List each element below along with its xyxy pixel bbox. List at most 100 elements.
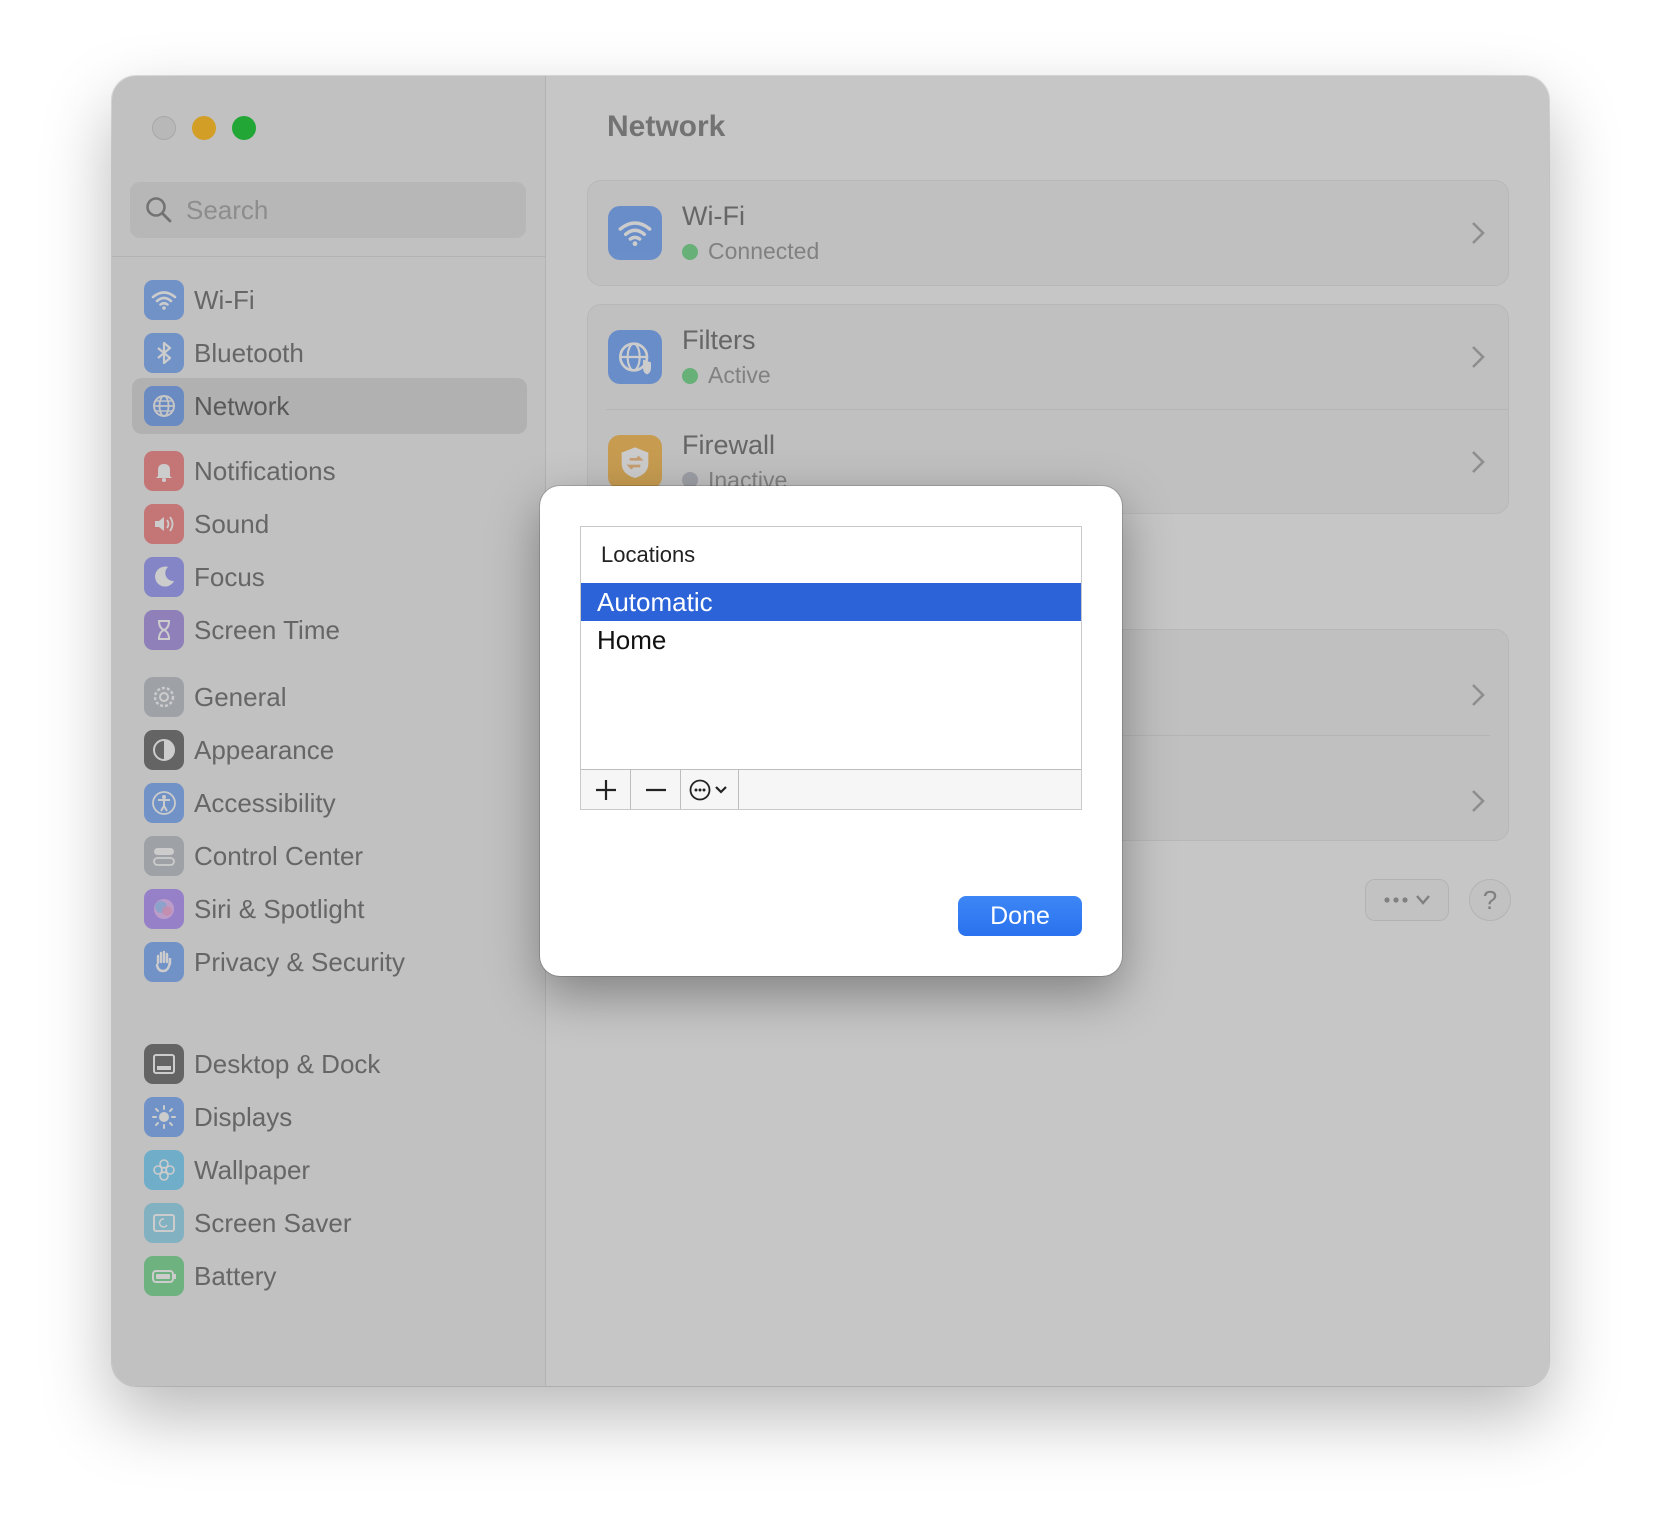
sidebar-icon bbox=[144, 333, 184, 373]
row-title: Wi-Fi bbox=[682, 201, 745, 231]
status-text: Active bbox=[708, 362, 771, 388]
sidebar-item-notifications[interactable]: Notifications bbox=[132, 443, 527, 499]
sidebar-item-wallpaper[interactable]: Wallpaper bbox=[132, 1142, 527, 1198]
row-wifi[interactable]: Wi-Fi Connected bbox=[588, 181, 1508, 285]
sidebar-item-label: Appearance bbox=[194, 734, 335, 765]
sidebar: Wi-Fi Bluetooth Network Notifications Sound… bbox=[112, 76, 546, 1386]
sidebar-item-label: Notifications bbox=[194, 455, 336, 486]
flower-icon bbox=[153, 1159, 175, 1181]
list-toolbar bbox=[581, 769, 1081, 809]
more-actions-button[interactable] bbox=[1365, 879, 1449, 921]
sidebar-icon bbox=[144, 1256, 184, 1296]
sidebar-icon bbox=[144, 451, 184, 491]
help-button[interactable]: ? bbox=[1469, 879, 1511, 921]
sidebar-item-displays[interactable]: Displays bbox=[132, 1089, 527, 1145]
search-input[interactable] bbox=[186, 194, 506, 226]
locations-dialog: Locations Automatic Home Done bbox=[540, 486, 1122, 976]
sidebar-item-label: Wi-Fi bbox=[194, 284, 255, 315]
sidebar-item-bluetooth[interactable]: Bluetooth bbox=[132, 325, 527, 381]
dock-icon bbox=[153, 1054, 175, 1074]
bell-icon bbox=[156, 464, 172, 482]
status-dot bbox=[682, 243, 698, 260]
appearance-icon bbox=[153, 739, 175, 761]
hourglass-icon bbox=[158, 620, 170, 640]
sidebar-icon bbox=[144, 730, 184, 770]
sidebar-item-label: Focus bbox=[194, 561, 265, 592]
window-controls bbox=[152, 116, 256, 140]
row-text: Filters Active bbox=[682, 325, 771, 389]
row-text: Firewall Inactive bbox=[682, 430, 787, 494]
plus-icon bbox=[595, 779, 616, 800]
chevron-right-icon bbox=[1472, 346, 1485, 368]
sidebar-item-screen-time[interactable]: Screen Time bbox=[132, 602, 527, 658]
sidebar-item-label: Desktop & Dock bbox=[194, 1048, 381, 1079]
sidebar-icon bbox=[144, 783, 184, 823]
sidebar-item-label: Network bbox=[194, 390, 290, 421]
sidebar-icon bbox=[144, 889, 184, 929]
location-item-automatic[interactable]: Automatic bbox=[581, 583, 1081, 621]
globe-icon bbox=[153, 395, 175, 417]
row-icon bbox=[608, 434, 662, 489]
page-title: Network bbox=[607, 110, 726, 143]
hand-icon bbox=[155, 950, 172, 973]
add-location-button[interactable] bbox=[581, 770, 631, 809]
firewall-icon bbox=[621, 446, 649, 478]
sidebar-group-notifications: Notifications Sound Focus Screen Time bbox=[132, 443, 527, 655]
ellipsis-chevron-icon bbox=[1384, 895, 1430, 905]
chevron-right-icon bbox=[1472, 222, 1485, 244]
status-text: Connected bbox=[708, 238, 820, 264]
sidebar-item-label: Bluetooth bbox=[194, 337, 304, 368]
sidebar-item-label: Privacy & Security bbox=[194, 946, 405, 977]
sidebar-item-focus[interactable]: Focus bbox=[132, 549, 527, 605]
sidebar-item-accessibility[interactable]: Accessibility bbox=[132, 775, 527, 831]
sidebar-item-label: Screen Saver bbox=[194, 1207, 352, 1238]
sidebar-item-network[interactable]: Network bbox=[132, 378, 527, 434]
screensaver-icon bbox=[153, 1214, 175, 1232]
sidebar-group-system: General Appearance Accessibility Control Ce… bbox=[132, 669, 527, 987]
row-text: Wi-Fi Connected bbox=[682, 201, 819, 265]
sidebar-item-sound[interactable]: Sound bbox=[132, 496, 527, 552]
sidebar-divider bbox=[112, 256, 546, 257]
sun-icon bbox=[152, 1105, 176, 1129]
toggles-icon bbox=[153, 848, 175, 866]
minimize-button[interactable] bbox=[192, 116, 216, 140]
sidebar-item-wi-fi[interactable]: Wi-Fi bbox=[132, 272, 527, 328]
wifi-card: Wi-Fi Connected bbox=[587, 180, 1509, 286]
chevron-right-icon bbox=[1472, 450, 1485, 473]
close-button[interactable] bbox=[152, 116, 176, 140]
zoom-button[interactable] bbox=[232, 116, 256, 140]
wifi-icon bbox=[151, 291, 177, 310]
row-icon bbox=[608, 330, 662, 384]
chevron-right-icon[interactable] bbox=[1470, 682, 1486, 708]
sidebar-item-label: Battery bbox=[194, 1260, 277, 1291]
location-actions-button[interactable] bbox=[681, 770, 739, 809]
sidebar-icon bbox=[144, 1097, 184, 1137]
sidebar-item-general[interactable]: General bbox=[132, 669, 527, 725]
sidebar-item-label: General bbox=[194, 681, 287, 712]
sidebar-item-control-center[interactable]: Control Center bbox=[132, 828, 527, 884]
search-icon bbox=[146, 197, 172, 223]
row-filters[interactable]: Filters Active bbox=[588, 305, 1508, 409]
minus-icon bbox=[645, 788, 666, 791]
sidebar-item-desktop-dock[interactable]: Desktop & Dock bbox=[132, 1036, 527, 1092]
sidebar-icon bbox=[144, 557, 184, 597]
search-field[interactable] bbox=[130, 182, 526, 238]
moon-icon bbox=[155, 566, 174, 587]
sidebar-icon bbox=[144, 1044, 184, 1084]
battery-icon bbox=[152, 1270, 176, 1283]
chevron-right-icon[interactable] bbox=[1470, 788, 1486, 814]
sidebar-item-label: Control Center bbox=[194, 840, 364, 871]
sidebar-item-appearance[interactable]: Appearance bbox=[132, 722, 527, 778]
sidebar-item-label: Wallpaper bbox=[194, 1154, 311, 1185]
location-item-home[interactable]: Home bbox=[581, 621, 1081, 659]
sidebar-item-screen-saver[interactable]: Screen Saver bbox=[132, 1195, 527, 1251]
sidebar-item-privacy-security[interactable]: Privacy & Security bbox=[132, 934, 527, 990]
sidebar-item-siri-spotlight[interactable]: Siri & Spotlight bbox=[132, 881, 527, 937]
accessibility-icon bbox=[152, 791, 176, 815]
remove-location-button[interactable] bbox=[631, 770, 681, 809]
sidebar-item-battery[interactable]: Battery bbox=[132, 1248, 527, 1304]
filters-firewall-card: Filters Active Firewall Inactive bbox=[587, 304, 1509, 514]
sidebar-item-label: Accessibility bbox=[194, 787, 336, 818]
done-button[interactable]: Done bbox=[958, 896, 1082, 936]
sidebar-item-label: Sound bbox=[194, 508, 270, 539]
